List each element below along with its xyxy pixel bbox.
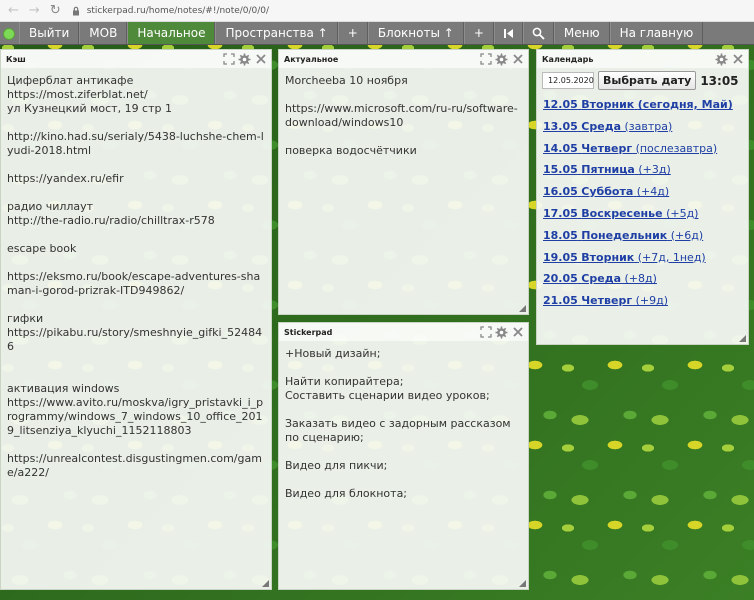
browser-address-bar: ← → ↻ stickerpad.ru/home/notes/#!/note/0… [0,0,754,22]
pick-date-button[interactable]: Выбрать дату [598,71,697,90]
day-date: 15.05 [543,163,578,177]
calendar-day-row[interactable]: 13.05 Среда (завтра) [537,120,748,142]
actual-panel: Актуальное Morcheeba 10 ноября https://w… [278,49,529,315]
calendar-panel: Календарь 12.05.2020 Выбрать дату 13:05 … [536,49,749,345]
cache-panel: Кэш Циферблат антикафе https://most.zife… [0,49,272,590]
url-text[interactable]: stickerpad.ru/home/notes/#!/note/0/0/0/ [87,6,269,16]
panel-title: Актуальное [284,54,339,64]
day-weekday: Понедельник [581,228,668,242]
day-weekday: Воскресенье [581,206,663,220]
panel-header: Календарь [537,50,748,68]
calendar-day-row[interactable]: 19.05 Вторник (+7д, 1нед) [537,251,748,273]
menu-home[interactable]: На главную [609,22,704,44]
menu-mob[interactable]: MOB [79,22,128,44]
expand-icon[interactable] [479,326,492,339]
calendar-day-row[interactable]: 17.05 Воскресенье (+5д) [537,207,748,229]
menu-add-space[interactable]: + [337,22,368,44]
stickerpad-panel: Stickerpad +Новый дизайн; Найти копирайт… [278,322,529,590]
cache-note-text[interactable]: Циферблат антикафе https://most.ziferbla… [1,68,271,584]
day-relative: (+8д) [624,272,657,286]
expand-icon[interactable] [479,53,492,66]
day-relative: (+9д) [635,294,668,308]
day-date: 17.05 [543,206,578,220]
day-weekday: Среда [581,119,622,133]
play-end-icon [503,28,513,38]
day-weekday: Четверг [581,141,633,155]
day-relative: (+3д) [638,163,671,177]
day-relative: (+5д) [666,206,699,220]
calendar-day-row[interactable]: 15.05 Пятница (+3д) [537,163,748,185]
menu-play-end[interactable] [493,22,523,44]
stickerpad-note-text[interactable]: +Новый дизайн; Найти копирайтера; Состав… [279,341,528,585]
gear-icon[interactable] [495,326,508,339]
close-icon[interactable] [254,53,267,66]
expand-icon[interactable] [222,53,235,66]
gear-icon[interactable] [495,53,508,66]
panel-header: Актуальное [279,50,528,68]
day-relative: (+7д, 1нед) [637,250,706,264]
day-weekday: Вторник [581,98,635,111]
close-icon[interactable] [511,53,524,66]
reload-icon[interactable]: ↻ [50,3,61,18]
search-icon [532,27,545,40]
back-arrow-icon[interactable]: ← [8,3,19,18]
day-relative: (послезавтра) [635,141,718,155]
calendar-day-row[interactable]: 12.05 Вторник (сегодня, Май) [537,98,748,120]
panel-title: Кэш [6,54,26,64]
calendar-day-row[interactable]: 20.05 Среда (+8д) [537,272,748,294]
lock-icon [72,6,79,15]
calendar-day-row[interactable]: 21.05 Четверг (+9д) [537,294,748,316]
date-input[interactable]: 12.05.2020 [542,72,594,89]
menu-notebooks[interactable]: Блокноты ↑ [367,22,464,44]
menu-search[interactable] [522,22,554,44]
resize-handle-icon[interactable] [262,580,269,587]
day-date: 16.05 [543,185,578,199]
menu-start[interactable]: Начальное [127,22,216,44]
day-date: 19.05 [543,250,578,264]
day-weekday: Среда [581,272,622,286]
top-menu-bar: Выйти MOB Начальное Пространства ↑ + Бло… [0,22,754,45]
menu-spaces[interactable]: Пространства ↑ [215,22,338,44]
day-weekday: Суббота [581,185,634,199]
panel-title: Календарь [542,54,594,64]
day-weekday: Вторник [581,250,635,264]
gear-icon[interactable] [715,53,728,66]
calendar-day-list: 12.05 Вторник (сегодня, Май) 13.05 Среда… [537,96,748,316]
day-relative: (сегодня, Май) [637,98,733,111]
panel-title: Stickerpad [284,327,333,337]
current-time: 13:05 [700,73,739,88]
forward-arrow-icon[interactable]: → [29,3,40,18]
day-date: 20.05 [543,272,578,286]
close-icon[interactable] [511,326,524,339]
gear-icon[interactable] [238,53,251,66]
day-date: 18.05 [543,228,578,242]
day-weekday: Четверг [581,294,633,308]
day-relative: (завтра) [624,119,673,133]
resize-handle-icon[interactable] [519,305,526,312]
day-date: 21.05 [543,294,578,308]
day-relative: (+4д) [636,185,670,199]
resize-handle-icon[interactable] [739,335,746,342]
panel-header: Stickerpad [279,323,528,341]
actual-note-text[interactable]: Morcheeba 10 ноября https://www.microsof… [279,68,528,310]
menu-menu[interactable]: Меню [553,22,610,44]
day-relative: (+6д) [670,228,704,242]
day-date: 12.05 [543,98,578,111]
day-date: 14.05 [543,141,578,155]
day-weekday: Пятница [581,163,635,177]
panel-header: Кэш [1,50,271,68]
menu-logout[interactable]: Выйти [19,22,80,44]
resize-handle-icon[interactable] [519,580,526,587]
status-dot [3,28,15,40]
calendar-day-row[interactable]: 18.05 Понедельник (+6д) [537,229,748,251]
calendar-day-row[interactable]: 16.05 Суббота (+4д) [537,185,748,207]
calendar-day-row[interactable]: 14.05 Четверг (послезавтра) [537,142,748,164]
day-date: 13.05 [543,119,578,133]
close-icon[interactable] [731,53,744,66]
calendar-controls: 12.05.2020 Выбрать дату 13:05 [537,68,748,96]
menu-add-notebook[interactable]: + [463,22,494,44]
